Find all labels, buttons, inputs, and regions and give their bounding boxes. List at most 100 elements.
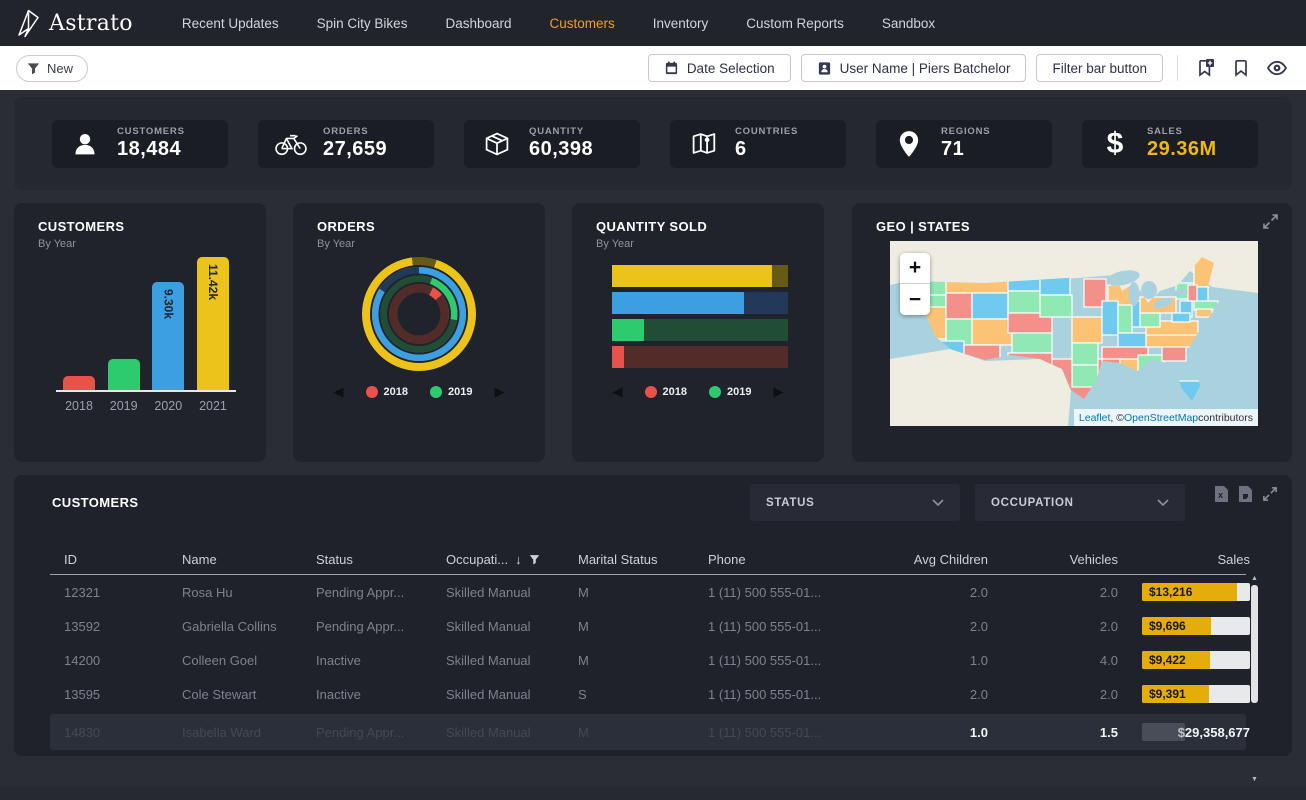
bar-2021[interactable]: 11.42k [197,257,229,390]
column-header-marital-status[interactable]: Marital Status [578,552,708,567]
nav-items: Recent UpdatesSpin City BikesDashboardCu… [163,16,954,31]
kpi-card-quantity: QUANTITY60,398 [464,120,640,168]
legend-item-2018[interactable]: 2018 [645,386,687,398]
sales-bar: $13,216 [1142,583,1250,601]
quantity-bar-2020[interactable] [612,292,788,314]
pin-icon [892,130,926,158]
nav-item-customers[interactable]: Customers [531,16,634,31]
scroll-up-arrow[interactable]: ▲ [1250,575,1259,582]
cell-id: 13595 [64,687,182,702]
column-header-name[interactable]: Name [182,552,316,567]
column-header-label: ID [64,552,77,567]
column-header-avg-children[interactable]: Avg Children [878,552,988,567]
map-attribution: Leaflet, © OpenStreetMap contributors [1074,409,1258,426]
legend-prev-arrow[interactable]: ◀ [613,385,623,398]
user-name-button[interactable]: User Name | Piers Batchelor [801,54,1027,82]
eye-icon[interactable] [1264,55,1290,81]
column-header-label: Sales [1217,552,1250,567]
legend-item-2019[interactable]: 2019 [430,386,472,398]
legend-dot [366,386,378,398]
nav-item-sandbox[interactable]: Sandbox [863,16,954,31]
table-row[interactable]: 13595Cole StewartInactiveSkilled ManualS… [50,677,1246,711]
legend-item-2019[interactable]: 2019 [709,386,751,398]
quantity-bar-2018[interactable] [612,346,788,368]
filter-bar-button[interactable]: Filter bar button [1036,54,1163,82]
map-zoom-in-button[interactable]: + [900,253,930,284]
bookmark-add-icon[interactable] [1192,55,1218,81]
table-totals-row: 14830Isabella WardPending Appr...Skilled… [50,714,1246,750]
quantity-bar-fill [612,319,644,341]
column-filter-icon[interactable] [529,554,540,565]
nav-item-dashboard[interactable]: Dashboard [426,16,530,31]
ghost-sales-bar [1142,723,1185,741]
openstreetmap-link[interactable]: OpenStreetMap [1124,412,1198,424]
occupation-filter-dropdown[interactable]: OCCUPATION [975,484,1185,521]
toolbar-divider [1177,55,1178,81]
kpi-label: QUANTITY [529,126,593,137]
leaflet-link[interactable]: Leaflet [1079,412,1111,424]
package-icon [480,131,514,157]
legend-prev-arrow[interactable]: ◀ [334,385,344,398]
table-scrollbar[interactable]: ▲ ▼ [1250,575,1259,783]
bar-2020[interactable]: 9.30k [152,282,184,390]
column-header-vehicles[interactable]: Vehicles [988,552,1118,567]
table-row[interactable]: 14200Colleen GoelInactiveSkilled ManualM… [50,643,1246,677]
map-zoom-out-button[interactable]: − [900,284,930,315]
customers-table: ID NameStatusOccupati...↓Marital StatusPh… [50,545,1246,750]
expand-icon[interactable] [1262,486,1278,502]
nav-item-recent-updates[interactable]: Recent Updates [163,16,298,31]
svg-text:x: x [1218,490,1223,500]
column-header-phone[interactable]: Phone [708,552,878,567]
date-selection-button[interactable]: Date Selection [648,54,791,82]
kpi-text: COUNTRIES6 [735,126,798,161]
kpi-value: 29.36M [1147,138,1217,161]
panel-title: GEO | STATES [876,219,970,234]
quantity-bar-2021[interactable] [612,265,788,287]
export-excel-icon[interactable]: x [1214,485,1229,503]
status-filter-dropdown[interactable]: STATUS [750,484,960,521]
legend-next-arrow[interactable]: ▶ [494,385,504,398]
table-header-row: ID NameStatusOccupati...↓Marital StatusPh… [50,545,1246,575]
cell-marital: M [578,585,708,600]
expand-icon[interactable] [1262,213,1279,235]
ghost-cell-status: Pending Appr... [316,725,446,740]
filter-toolbar: New Date Selection [0,46,1306,90]
orders-donut-chart[interactable] [362,257,476,371]
column-header-status[interactable]: Status [316,552,446,567]
kpi-label: CUSTOMERS [117,126,185,137]
customers-bar-chart[interactable]: 9.30k 11.42k [56,257,236,392]
quantity-bar-2019[interactable] [612,319,788,341]
table-row[interactable]: 13592Gabriella CollinsPending Appr...Ski… [50,609,1246,643]
bar-2019[interactable] [108,359,140,390]
column-header-id[interactable]: ID [64,552,182,567]
scroll-down-arrow[interactable]: ▼ [1250,776,1259,783]
kpi-label: COUNTRIES [735,126,798,137]
column-header-occupati-[interactable]: Occupati...↓ [446,552,578,567]
legend-item-2018[interactable]: 2018 [366,386,408,398]
legend-next-arrow[interactable]: ▶ [773,385,783,398]
kpi-value: 6 [735,138,798,161]
export-doc-icon[interactable] [1238,485,1253,503]
quantity-hbar-chart[interactable] [612,265,788,373]
customers-table-panel: CUSTOMERS STATUS OCCUPATION x [14,475,1292,756]
nav-item-spin-city-bikes[interactable]: Spin City Bikes [298,16,427,31]
x-axis-label: 2018 [63,399,95,413]
scrollbar-thumb[interactable] [1251,585,1258,703]
new-filter-button[interactable]: New [16,55,88,82]
nav-item-inventory[interactable]: Inventory [634,16,728,31]
bookmark-icon[interactable] [1228,55,1254,81]
nav-item-custom-reports[interactable]: Custom Reports [727,16,863,31]
cell-name: Cole Stewart [182,687,316,702]
bar-2018[interactable] [63,376,95,390]
us-states-map-svg [890,241,1258,426]
column-header-label: Phone [708,552,746,567]
column-header-sales[interactable]: Sales [1118,552,1250,567]
app-logo[interactable]: Astrato [16,9,133,38]
sort-descending-icon[interactable]: ↓ [515,552,522,567]
cell-id: 14200 [64,653,182,668]
cell-status: Inactive [316,653,446,668]
kpi-value: 27,659 [323,138,387,161]
us-states-map[interactable]: + − Leaflet, © OpenStreetMap contributor… [890,241,1258,426]
dashboard-content: CUSTOMERS18,484ORDERS27,659QUANTITY60,39… [0,90,1306,800]
table-row[interactable]: 12321Rosa HuPending Appr...Skilled Manua… [50,575,1246,609]
